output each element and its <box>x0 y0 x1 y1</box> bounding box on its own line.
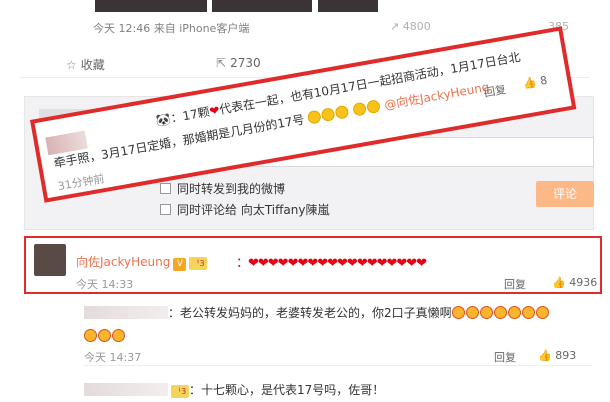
sub-comment-text: ᅵ3 ：十七颗心，是代表17号吗，佐哥！ <box>84 381 384 398</box>
smile-emoji-icon <box>365 99 381 115</box>
avatar[interactable] <box>34 244 66 276</box>
like-button[interactable]: 👍 4936 <box>552 276 597 289</box>
blurred-username[interactable] <box>84 306 168 319</box>
emoji-row <box>84 325 126 344</box>
favorite-button[interactable]: ☆ 收藏 <box>66 56 105 73</box>
repost-icon: ⇱ <box>216 56 227 70</box>
laugh-emoji-icon <box>84 329 97 342</box>
post-image-thumbnail[interactable] <box>212 0 312 12</box>
sub-comment-time: 今天 14:37 <box>84 351 142 364</box>
level-badge-icon: ᅵ3 <box>171 385 189 398</box>
thumbs-up-icon: 👍 <box>552 276 566 289</box>
sub-comment: ᅵ3 ：十七颗心，是代表17号吗，佐哥！ <box>84 381 592 399</box>
reply-time: 31分钟前 <box>56 172 106 194</box>
repost-button[interactable]: ⇱ 2730 <box>216 56 261 70</box>
laugh-emoji-icon <box>451 306 465 319</box>
verified-badge-icon: V <box>173 258 187 271</box>
blurred-username[interactable] <box>84 383 168 396</box>
laugh-emoji-icon <box>465 306 479 319</box>
share-count: ↗ 4800 <box>390 20 431 33</box>
like-button[interactable]: 👍 893 <box>538 349 576 362</box>
comment-time: 今天 14:33 <box>76 278 134 291</box>
like-button[interactable]: 👍 8 <box>522 74 548 91</box>
reply-button[interactable]: 回复 <box>504 276 526 292</box>
comment-author[interactable]: 向佐JackyHeung V ᅵ3 <box>76 253 208 271</box>
laugh-emoji-icon <box>493 306 507 319</box>
reply-button[interactable]: 回复 <box>494 349 516 365</box>
post-timestamp: 今天 12:46 来自 iPhone客户端 <box>93 22 250 35</box>
laugh-emoji-icon <box>112 329 125 342</box>
star-icon: ☆ <box>66 58 77 72</box>
thumbs-up-icon: 👍 <box>522 75 538 91</box>
submit-comment-button[interactable]: 评论 <box>536 181 594 207</box>
laugh-emoji-icon <box>507 306 521 319</box>
comment-item-highlighted: 向佐JackyHeung V ᅵ3 ：❤❤❤❤❤❤❤❤❤❤❤❤❤❤❤❤❤❤ 今天 1… <box>24 236 602 294</box>
level-badge-icon: ᅵ3 <box>189 257 208 270</box>
laugh-emoji-icon <box>98 329 111 342</box>
post-image-thumbnail[interactable] <box>95 0 207 12</box>
checkbox[interactable] <box>160 183 171 194</box>
comment-to-option[interactable]: 同时评论给 向太Tiffany陳嵐 <box>160 201 329 218</box>
laugh-emoji-icon <box>521 306 535 319</box>
laugh-emoji-icon <box>479 306 493 319</box>
smile-emoji-icon <box>320 107 336 123</box>
post-image-thumbnail[interactable] <box>318 0 378 12</box>
smile-emoji-icon <box>334 104 350 120</box>
repost-option[interactable]: 同时转发到我的微博 <box>160 180 285 197</box>
divider <box>84 365 592 366</box>
sub-comment-text: ：老公转发妈妈的，老婆转发老公的，你2口子真懒啊 <box>84 304 550 321</box>
reply-button[interactable]: 回复 <box>483 81 507 101</box>
comment-hearts: ：❤❤❤❤❤❤❤❤❤❤❤❤❤❤❤❤❤❤ <box>236 256 427 271</box>
checkbox[interactable] <box>160 204 171 215</box>
laugh-emoji-icon <box>535 306 549 319</box>
sub-comment: ：老公转发妈妈的，老婆转发老公的，你2口子真懒啊 今天 14:37 回复 👍 8… <box>84 304 592 365</box>
thumbs-up-icon: 👍 <box>538 349 552 362</box>
smile-emoji-icon <box>306 109 322 125</box>
smile-emoji-icon <box>351 101 367 117</box>
